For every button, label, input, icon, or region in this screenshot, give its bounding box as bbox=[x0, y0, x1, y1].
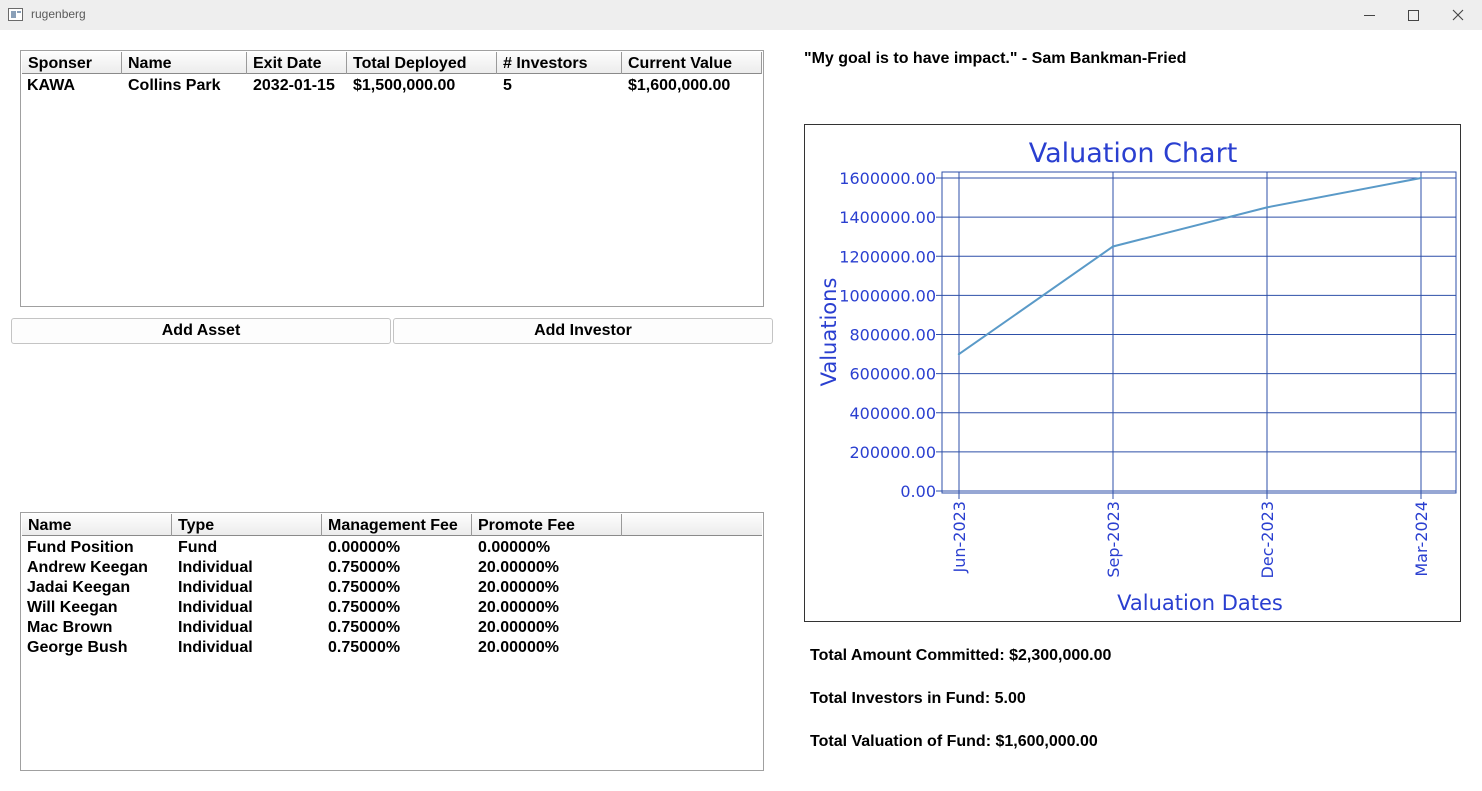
maximize-icon bbox=[1407, 9, 1419, 21]
cell-management-fee: 0.75000% bbox=[328, 559, 401, 576]
table-row[interactable]: George Bush Individual 0.75000% 20.00000… bbox=[22, 638, 762, 658]
investors-table[interactable]: Name Type Management Fee Promote Fee Fun… bbox=[20, 512, 764, 771]
cell-name: Andrew Keegan bbox=[27, 559, 148, 576]
cell-type: Individual bbox=[178, 599, 253, 616]
chart-x-axis-label: Valuation Dates bbox=[1117, 591, 1283, 615]
cell-management-fee: 0.00000% bbox=[328, 539, 401, 556]
cell-total-deployed: $1,500,000.00 bbox=[353, 77, 456, 94]
valuation-chart: Valuation Chart Valuation Dates Valuatio… bbox=[804, 124, 1461, 622]
column-header-total-deployed[interactable]: Total Deployed bbox=[347, 52, 497, 74]
minimize-button[interactable] bbox=[1346, 0, 1392, 30]
valuation-data-point bbox=[1111, 245, 1115, 248]
total-valuation-of-fund: Total Valuation of Fund: $1,600,000.00 bbox=[810, 733, 1098, 750]
cell-type: Individual bbox=[178, 619, 253, 636]
y-tick-label: 0.00 bbox=[900, 482, 936, 501]
table-row[interactable]: KAWA Collins Park 2032-01-15 $1,500,000.… bbox=[22, 76, 762, 96]
y-tick-label: 1200000.00 bbox=[839, 247, 936, 266]
column-header-name[interactable]: Name bbox=[122, 52, 247, 74]
column-header-sponser[interactable]: Sponser bbox=[22, 52, 122, 74]
valuation-series-line bbox=[958, 177, 1422, 355]
x-tick-label: Jun-2023 bbox=[950, 501, 969, 574]
table-row[interactable]: Jadai Keegan Individual 0.75000% 20.0000… bbox=[22, 578, 762, 598]
app-window-icon bbox=[8, 8, 23, 21]
minimize-icon bbox=[1363, 14, 1375, 16]
maximize-button[interactable] bbox=[1390, 0, 1436, 30]
add-investor-button[interactable]: Add Investor bbox=[393, 318, 773, 344]
cell-promote-fee: 20.00000% bbox=[478, 579, 559, 596]
column-header-exit-date[interactable]: Exit Date bbox=[247, 52, 347, 74]
y-tick-label: 1400000.00 bbox=[839, 208, 936, 227]
y-tick-label: 1000000.00 bbox=[839, 286, 936, 305]
cell-management-fee: 0.75000% bbox=[328, 639, 401, 656]
window-title: rugenberg bbox=[31, 7, 86, 21]
cell-current-value: $1,600,000.00 bbox=[628, 77, 731, 94]
cell-sponser: KAWA bbox=[27, 77, 75, 94]
y-tick-label: 800000.00 bbox=[849, 326, 936, 345]
column-header-management-fee[interactable]: Management Fee bbox=[322, 514, 472, 536]
valuation-data-point bbox=[957, 352, 961, 356]
valuation-data-point bbox=[1265, 206, 1269, 209]
title-bar: rugenberg bbox=[0, 0, 1482, 30]
assets-table-header: Sponser Name Exit Date Total Deployed # … bbox=[22, 52, 762, 74]
column-header-type[interactable]: Type bbox=[172, 514, 322, 536]
cell-promote-fee: 20.00000% bbox=[478, 559, 559, 576]
cell-name: George Bush bbox=[27, 639, 128, 656]
chart-title: Valuation Chart bbox=[1029, 138, 1238, 169]
cell-name: Mac Brown bbox=[27, 619, 113, 636]
assets-table[interactable]: Sponser Name Exit Date Total Deployed # … bbox=[20, 50, 764, 307]
y-tick-label: 1600000.00 bbox=[839, 169, 936, 188]
cell-name: Fund Position bbox=[27, 539, 134, 556]
quote-text: "My goal is to have impact." - Sam Bankm… bbox=[804, 50, 1187, 67]
total-investors-in-fund: Total Investors in Fund: 5.00 bbox=[810, 690, 1026, 707]
cell-type: Individual bbox=[178, 579, 253, 596]
cell-exit-date: 2032-01-15 bbox=[253, 77, 335, 94]
y-tick-label: 600000.00 bbox=[849, 365, 936, 384]
investors-table-header: Name Type Management Fee Promote Fee bbox=[22, 514, 762, 536]
x-tick-label: Mar-2024 bbox=[1412, 501, 1431, 577]
chart-y-axis-label: Valuations bbox=[817, 278, 841, 387]
cell-type: Individual bbox=[178, 559, 253, 576]
cell-investors-count: 5 bbox=[503, 77, 512, 94]
cell-name: Jadai Keegan bbox=[27, 579, 131, 596]
close-icon bbox=[1452, 9, 1464, 21]
table-row[interactable]: Fund Position Fund 0.00000% 0.00000% bbox=[22, 538, 762, 558]
y-tick-label: 200000.00 bbox=[849, 443, 936, 462]
column-header-promote-fee[interactable]: Promote Fee bbox=[472, 514, 622, 536]
cell-promote-fee: 20.00000% bbox=[478, 639, 559, 656]
cell-promote-fee: 20.00000% bbox=[478, 619, 559, 636]
cell-management-fee: 0.75000% bbox=[328, 579, 401, 596]
y-tick-label: 400000.00 bbox=[849, 404, 936, 423]
cell-type: Fund bbox=[178, 539, 218, 556]
table-row[interactable]: Mac Brown Individual 0.75000% 20.00000% bbox=[22, 618, 762, 638]
cell-promote-fee: 20.00000% bbox=[478, 599, 559, 616]
x-tick-label: Sep-2023 bbox=[1104, 501, 1123, 578]
valuation-chart-svg: Valuation Chart Valuation Dates Valuatio… bbox=[817, 138, 1457, 615]
add-asset-button[interactable]: Add Asset bbox=[11, 318, 391, 344]
cell-management-fee: 0.75000% bbox=[328, 619, 401, 636]
total-amount-committed: Total Amount Committed: $2,300,000.00 bbox=[810, 647, 1112, 664]
cell-type: Individual bbox=[178, 639, 253, 656]
column-header-current-value[interactable]: Current Value bbox=[622, 52, 762, 74]
valuation-data-point bbox=[1419, 176, 1423, 180]
close-button[interactable] bbox=[1435, 0, 1481, 30]
column-header-investors-count[interactable]: # Investors bbox=[497, 52, 622, 74]
table-row[interactable]: Andrew Keegan Individual 0.75000% 20.000… bbox=[22, 558, 762, 578]
table-row[interactable]: Will Keegan Individual 0.75000% 20.00000… bbox=[22, 598, 762, 618]
column-header-name[interactable]: Name bbox=[22, 514, 172, 536]
x-tick-label: Dec-2023 bbox=[1258, 501, 1277, 578]
cell-name: Collins Park bbox=[128, 77, 221, 94]
cell-name: Will Keegan bbox=[27, 599, 118, 616]
cell-management-fee: 0.75000% bbox=[328, 599, 401, 616]
cell-promote-fee: 0.00000% bbox=[478, 539, 551, 556]
plot-area-frame bbox=[941, 171, 1457, 494]
